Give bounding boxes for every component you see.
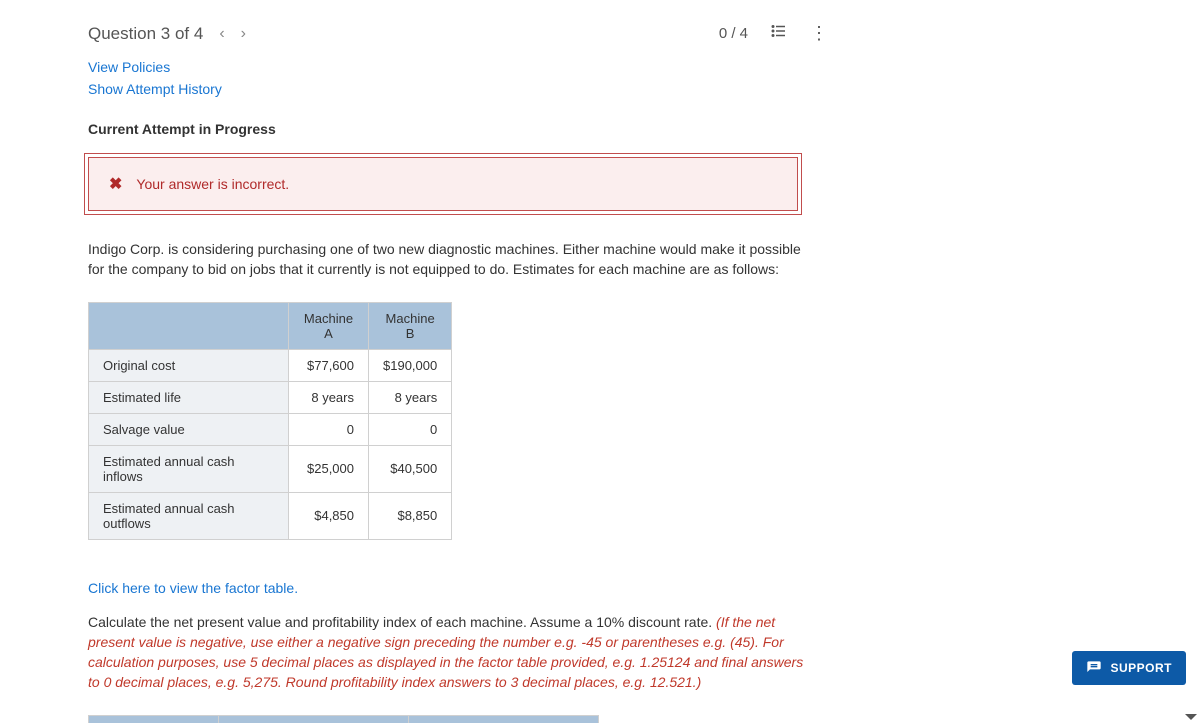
cell-value: $77,600 <box>289 349 369 381</box>
question-header: Question 3 of 4 ‹ › 0 / 4 ⋮ <box>88 22 826 45</box>
cell-value: $190,000 <box>369 349 452 381</box>
question-prompt: Indigo Corp. is considering purchasing o… <box>88 239 808 280</box>
question-title: Question 3 of 4 <box>88 24 203 44</box>
next-question-arrow[interactable]: › <box>241 25 246 43</box>
table-header-empty <box>89 302 289 349</box>
show-attempt-history-link[interactable]: Show Attempt History <box>88 81 222 97</box>
support-button[interactable]: SUPPORT <box>1072 651 1186 685</box>
table-row: Estimated annual cash inflows $25,000 $4… <box>89 445 452 492</box>
table-row: Estimated annual cash outflows $4,850 $8… <box>89 492 452 539</box>
current-attempt-heading: Current Attempt in Progress <box>88 121 826 137</box>
cell-value: 8 years <box>289 381 369 413</box>
chat-icon <box>1086 660 1102 676</box>
incorrect-icon: ✖ <box>109 174 122 194</box>
answers-header-machine-b: Machine B <box>409 715 599 723</box>
table-header-machine-b: Machine B <box>369 302 452 349</box>
factor-table-link[interactable]: Click here to view the factor table. <box>88 580 298 596</box>
question-list-icon[interactable] <box>770 22 788 45</box>
cell-value: 0 <box>369 413 452 445</box>
score-display: 0 / 4 <box>719 25 748 42</box>
estimates-table: Machine A Machine B Original cost $77,60… <box>88 302 452 540</box>
cell-value: $40,500 <box>369 445 452 492</box>
row-label: Estimated annual cash inflows <box>89 445 289 492</box>
instruction-text: Calculate the net present value and prof… <box>88 612 808 693</box>
cell-value: $25,000 <box>289 445 369 492</box>
resize-handle-icon <box>1185 714 1197 720</box>
feedback-text: Your answer is incorrect. <box>136 176 289 192</box>
cell-value: $8,850 <box>369 492 452 539</box>
prev-question-arrow[interactable]: ‹ <box>219 25 224 43</box>
cell-value: 0 <box>289 413 369 445</box>
feedback-banner: ✖ Your answer is incorrect. <box>88 157 798 211</box>
answers-table: Machine A Machine B Net present value $ … <box>88 715 599 723</box>
table-row: Original cost $77,600 $190,000 <box>89 349 452 381</box>
cell-value: $4,850 <box>289 492 369 539</box>
view-policies-link[interactable]: View Policies <box>88 59 170 75</box>
instruction-plain: Calculate the net present value and prof… <box>88 614 716 630</box>
answers-header-empty <box>89 715 219 723</box>
table-row: Salvage value 0 0 <box>89 413 452 445</box>
row-label: Estimated life <box>89 381 289 413</box>
kebab-menu-icon[interactable]: ⋮ <box>810 23 826 44</box>
row-label: Estimated annual cash outflows <box>89 492 289 539</box>
row-label: Original cost <box>89 349 289 381</box>
answers-header-machine-a: Machine A <box>219 715 409 723</box>
row-label: Salvage value <box>89 413 289 445</box>
support-label: SUPPORT <box>1110 661 1172 675</box>
table-row: Estimated life 8 years 8 years <box>89 381 452 413</box>
cell-value: 8 years <box>369 381 452 413</box>
table-header-machine-a: Machine A <box>289 302 369 349</box>
